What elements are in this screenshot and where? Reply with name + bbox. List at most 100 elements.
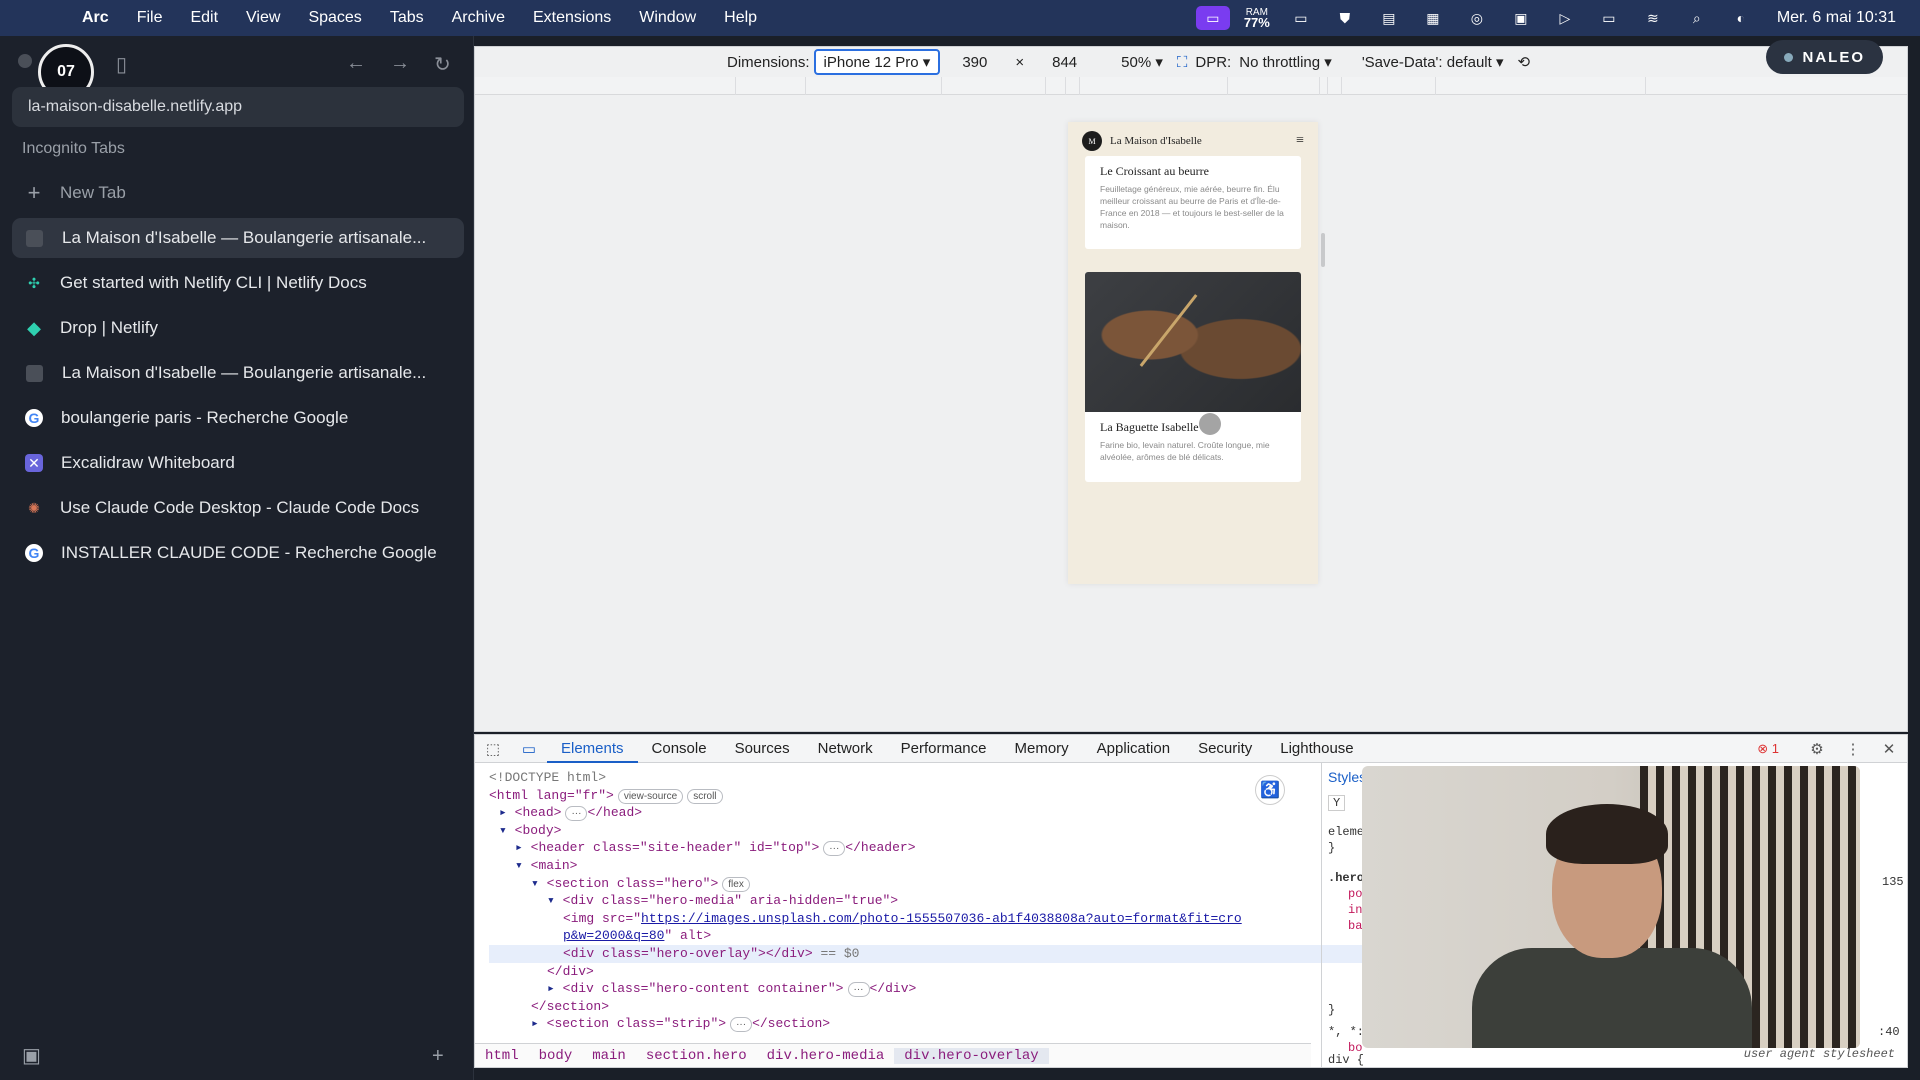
tab-lighthouse[interactable]: Lighthouse [1266,735,1367,763]
media-query-ruler[interactable] [475,77,1907,95]
device-toggle-icon[interactable]: ▭ [511,740,547,758]
scroll-pill[interactable]: scroll [687,788,723,804]
tab-item[interactable]: ✣ Get started with Netlify CLI | Netlify… [12,263,464,303]
battery-icon[interactable]: ▭ [1587,6,1631,30]
tab-item[interactable]: La Maison d'Isabelle — Boulangerie artis… [12,218,464,258]
style-source-link[interactable]: :40 [1878,1025,1900,1039]
inspect-icon[interactable]: ⬚ [475,740,511,758]
menu-archive[interactable]: Archive [438,9,519,27]
height-field[interactable]: 844 [1052,54,1077,71]
touch-cursor [1199,413,1221,435]
tab-application[interactable]: Application [1083,735,1184,763]
breadcrumb-item[interactable]: section.hero [636,1048,757,1064]
tab-item[interactable]: ✕ Excalidraw Whiteboard [12,443,464,483]
screen-record-icon[interactable]: ▭ [1195,6,1230,30]
claude-icon: ✺ [28,499,40,516]
close-icon[interactable]: ✕ [1871,740,1907,758]
forward-icon[interactable]: → [390,52,410,75]
style-rule-text: } [1328,841,1336,855]
search-icon[interactable]: ⌕ [1675,6,1719,30]
menu-spaces[interactable]: Spaces [294,9,375,27]
mac-menubar: Arc File Edit View Spaces Tabs Archive E… [0,0,1920,36]
style-selector[interactable]: .hero [1328,871,1364,885]
phone-scrollbar[interactable] [1321,233,1325,267]
throttle-select[interactable]: No throttling ▾ [1239,53,1332,71]
tab-elements[interactable]: Elements [547,735,638,763]
settings-icon[interactable]: ⚙ [1799,740,1835,758]
tab-item[interactable]: ◆ Drop | Netlify [12,308,464,348]
style-prop[interactable]: in [1348,903,1362,917]
archive-icon[interactable]: ▣ [22,1043,41,1068]
wifi-icon[interactable]: ≋ [1631,6,1675,30]
tab-item[interactable]: La Maison d'Isabelle — Boulangerie artis… [12,353,464,393]
calendar-icon[interactable]: ▦ [1411,6,1455,30]
dom-line[interactable]: <img src="https://images.unsplash.com/ph… [489,910,1249,945]
menu-edit[interactable]: Edit [176,9,232,27]
site-name[interactable]: La Maison d'Isabelle [1110,135,1202,147]
tab-console[interactable]: Console [638,735,721,763]
save-data-select[interactable]: 'Save-Data': default ▾ [1362,53,1504,71]
back-icon[interactable]: ← [346,52,366,75]
new-tab-button[interactable]: + New Tab [12,173,464,213]
style-selector[interactable]: div { [1328,1053,1364,1067]
window-close-dot[interactable] [18,54,32,68]
error-badge[interactable]: ⊗ 1 [1757,741,1779,757]
menu-view[interactable]: View [232,9,294,27]
tab-network[interactable]: Network [804,735,887,763]
add-icon[interactable]: + [432,1045,444,1068]
view-source-pill[interactable]: view-source [617,788,684,804]
filter-icon[interactable]: Y [1328,795,1346,811]
zoom-select[interactable]: 50% ▾ [1121,53,1163,71]
breadcrumb-item[interactable]: body [529,1048,583,1064]
screenshot-icon[interactable]: ⛶ [1177,54,1188,71]
tab-sources[interactable]: Sources [721,735,804,763]
sidebar-toggle-icon[interactable]: ▯ [116,52,127,77]
more-icon[interactable]: ⋮ [1835,740,1871,758]
style-selector[interactable]: *, *: [1328,1025,1364,1039]
width-field[interactable]: 390 [962,54,987,71]
notes-icon[interactable]: ▤ [1367,6,1411,30]
flex-pill[interactable]: flex [722,876,750,892]
tab-item[interactable]: ✺ Use Claude Code Desktop - Claude Code … [12,488,464,528]
battery-charging-icon[interactable]: ▭ [1279,6,1323,30]
site-logo[interactable]: M [1082,131,1102,151]
url-bar[interactable]: la-maison-disabelle.netlify.app [12,87,464,127]
breadcrumb-item[interactable]: main [582,1048,636,1064]
bread-image [1085,272,1301,412]
rotate-icon[interactable]: ⟲ [1517,53,1530,71]
menu-help[interactable]: Help [710,9,771,27]
play-icon[interactable]: ▷ [1543,6,1587,30]
breadcrumb-item-current[interactable]: div.hero-overlay [894,1047,1049,1064]
control-center-icon[interactable]: ◐ [1719,6,1763,30]
app-icon[interactable]: ▣ [1499,6,1543,30]
hamburger-icon[interactable]: ≡ [1296,133,1304,149]
menu-tabs[interactable]: Tabs [376,9,438,27]
tab-performance[interactable]: Performance [887,735,1001,763]
menu-arc[interactable]: Arc [68,9,123,27]
phone-preview[interactable]: M La Maison d'Isabelle ≡ Le Croissant au… [1068,122,1318,584]
accessibility-icon[interactable]: ♿ [1255,775,1285,805]
tab-security[interactable]: Security [1184,735,1266,763]
menubar-clock[interactable]: Mer. 6 mai 10:31 [1777,9,1896,27]
shield-icon[interactable]: ⛊ [1323,6,1367,30]
device-select[interactable]: iPhone 12 Pro ▾ [813,49,941,75]
menu-window[interactable]: Window [625,9,710,27]
ram-monitor[interactable]: RAM 77% [1235,8,1279,30]
tab-styles[interactable]: Styles [1328,769,1366,785]
incognito-section-label: Incognito Tabs [22,140,125,157]
sync-icon[interactable]: ◎ [1455,6,1499,30]
breadcrumb-item[interactable]: div.hero-media [757,1048,895,1064]
style-prop[interactable]: ba [1348,919,1362,933]
style-source-link[interactable]: 135 [1882,875,1904,889]
style-rule-text: eleme [1328,825,1365,839]
dpr-label: DPR: [1195,53,1232,71]
menu-file[interactable]: File [123,9,177,27]
devtools-tabbar: ⬚ ▭ Elements Console Sources Network Per… [475,735,1907,763]
style-prop[interactable]: po [1348,887,1362,901]
tab-item[interactable]: G boulangerie paris - Recherche Google [12,398,464,438]
breadcrumb-item[interactable]: html [475,1048,529,1064]
menu-extensions[interactable]: Extensions [519,9,625,27]
tab-memory[interactable]: Memory [1001,735,1083,763]
tab-item[interactable]: G INSTALLER CLAUDE CODE - Recherche Goog… [12,533,464,573]
reload-icon[interactable]: ↻ [434,52,451,77]
